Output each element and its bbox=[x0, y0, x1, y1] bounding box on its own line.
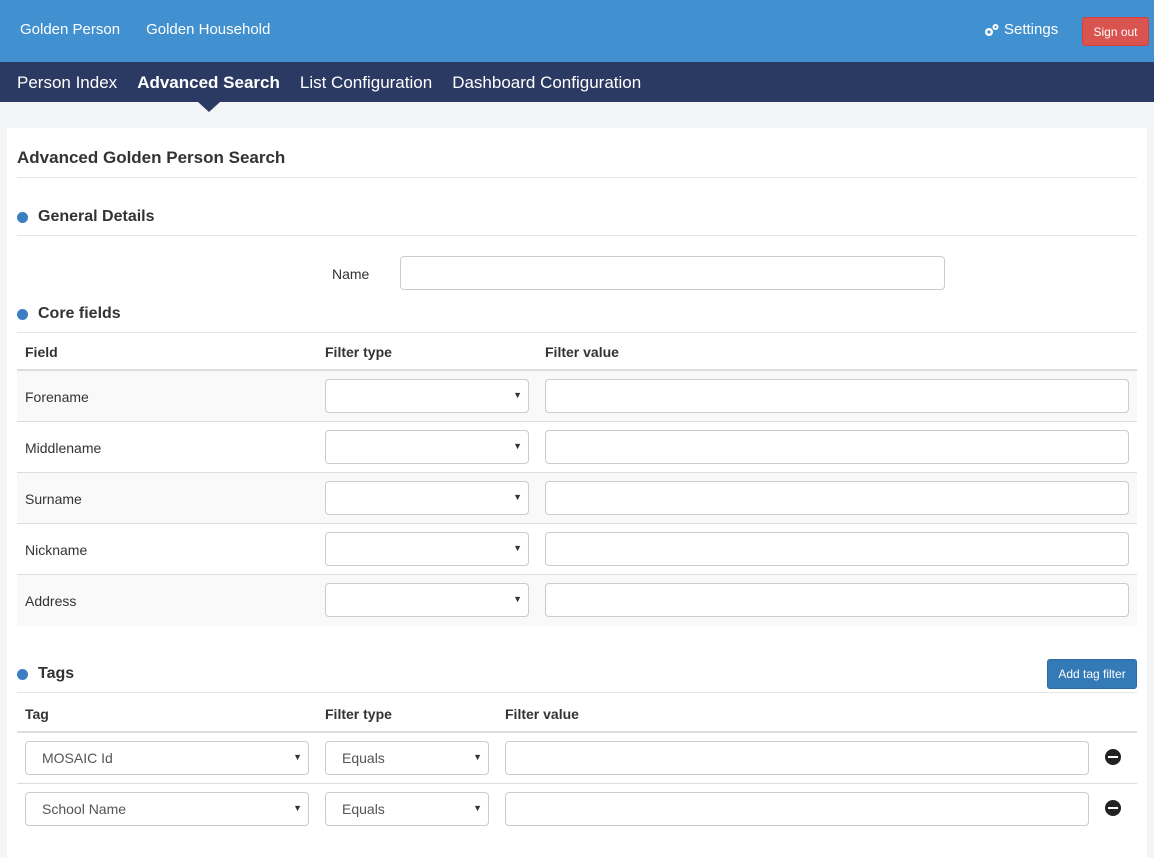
forename-filter-type-select[interactable]: ▼ bbox=[325, 379, 529, 413]
caret-down-icon: ▼ bbox=[513, 594, 522, 604]
surname-filter-value-input[interactable] bbox=[545, 481, 1129, 515]
top-links: Golden Person Golden Household bbox=[20, 21, 270, 38]
core-fields-label: Core fields bbox=[38, 305, 121, 322]
row-label-surname: Surname bbox=[25, 491, 82, 507]
row-label-forename: Forename bbox=[25, 389, 89, 405]
tags-heading: Tags bbox=[17, 665, 74, 683]
middlename-filter-type-select[interactable]: ▼ bbox=[325, 430, 529, 464]
golden-person-link[interactable]: Golden Person bbox=[20, 21, 120, 38]
bullet-icon bbox=[17, 668, 28, 680]
name-input[interactable] bbox=[400, 256, 945, 290]
gears-icon bbox=[985, 23, 999, 36]
tag-filter-type-select[interactable]: Equals ▼ bbox=[325, 741, 489, 775]
remove-tag-icon[interactable] bbox=[1105, 749, 1121, 765]
divider bbox=[17, 332, 1137, 333]
caret-down-icon: ▼ bbox=[513, 390, 522, 400]
caret-down-icon: ▼ bbox=[513, 543, 522, 553]
add-tag-filter-button[interactable]: Add tag filter bbox=[1047, 659, 1137, 689]
surname-filter-type-select[interactable]: ▼ bbox=[325, 481, 529, 515]
table-header-line bbox=[17, 731, 1137, 733]
forename-filter-value-input[interactable] bbox=[545, 379, 1129, 413]
tags-label: Tags bbox=[38, 665, 75, 682]
address-filter-type-select[interactable]: ▼ bbox=[325, 583, 529, 617]
nickname-filter-type-select[interactable]: ▼ bbox=[325, 532, 529, 566]
tags-header-filter-type: Filter type bbox=[325, 706, 392, 722]
tag-select[interactable]: MOSAIC Id ▼ bbox=[25, 741, 309, 775]
nav-list-configuration[interactable]: List Configuration bbox=[300, 73, 432, 93]
main-nav: Person Index Advanced Search List Config… bbox=[0, 62, 1154, 112]
caret-down-icon: ▼ bbox=[513, 492, 522, 502]
search-panel: Advanced Golden Person Search General De… bbox=[7, 128, 1147, 858]
bullet-icon bbox=[17, 308, 28, 320]
tag-filter-value-input[interactable] bbox=[505, 792, 1089, 826]
page-title: Advanced Golden Person Search bbox=[17, 148, 286, 167]
address-filter-value-input[interactable] bbox=[545, 583, 1129, 617]
core-fields-heading: Core fields bbox=[17, 305, 121, 323]
middlename-filter-value-input[interactable] bbox=[545, 430, 1129, 464]
row-label-middlename: Middlename bbox=[25, 440, 102, 456]
caret-down-icon: ▼ bbox=[473, 752, 482, 762]
divider bbox=[17, 177, 1137, 178]
sign-out-button[interactable]: Sign out bbox=[1082, 17, 1149, 46]
core-header-filter-type: Filter type bbox=[325, 344, 392, 360]
remove-tag-icon[interactable] bbox=[1105, 800, 1121, 816]
caret-down-icon: ▼ bbox=[293, 803, 302, 813]
divider bbox=[17, 235, 1137, 236]
nav-advanced-search[interactable]: Advanced Search bbox=[137, 73, 280, 112]
tags-header-filter-value: Filter value bbox=[505, 706, 579, 722]
general-details-label: General Details bbox=[38, 208, 155, 225]
caret-down-icon: ▼ bbox=[473, 803, 482, 813]
core-header-filter-value: Filter value bbox=[545, 344, 619, 360]
top-bar: Golden Person Golden Household Settings … bbox=[0, 0, 1154, 62]
settings-label: Settings bbox=[1004, 21, 1059, 38]
tag-filter-type-select[interactable]: Equals ▼ bbox=[325, 792, 489, 826]
divider bbox=[17, 692, 1137, 693]
golden-household-link[interactable]: Golden Household bbox=[146, 21, 270, 38]
tag-select[interactable]: School Name ▼ bbox=[25, 792, 309, 826]
core-header-field: Field bbox=[25, 344, 58, 360]
bullet-icon bbox=[17, 211, 28, 223]
tag-filter-value-input[interactable] bbox=[505, 741, 1089, 775]
settings-link[interactable]: Settings bbox=[984, 21, 1058, 38]
nav-dashboard-configuration[interactable]: Dashboard Configuration bbox=[452, 73, 641, 93]
nickname-filter-value-input[interactable] bbox=[545, 532, 1129, 566]
caret-down-icon: ▼ bbox=[293, 752, 302, 762]
general-details-heading: General Details bbox=[17, 208, 155, 226]
tags-header-tag: Tag bbox=[25, 706, 49, 722]
row-label-nickname: Nickname bbox=[25, 542, 88, 558]
nav-person-index[interactable]: Person Index bbox=[17, 73, 117, 93]
name-label: Name bbox=[332, 266, 370, 282]
row-label-address: Address bbox=[25, 593, 77, 609]
row-divider bbox=[17, 783, 1137, 784]
caret-down-icon: ▼ bbox=[513, 441, 522, 451]
